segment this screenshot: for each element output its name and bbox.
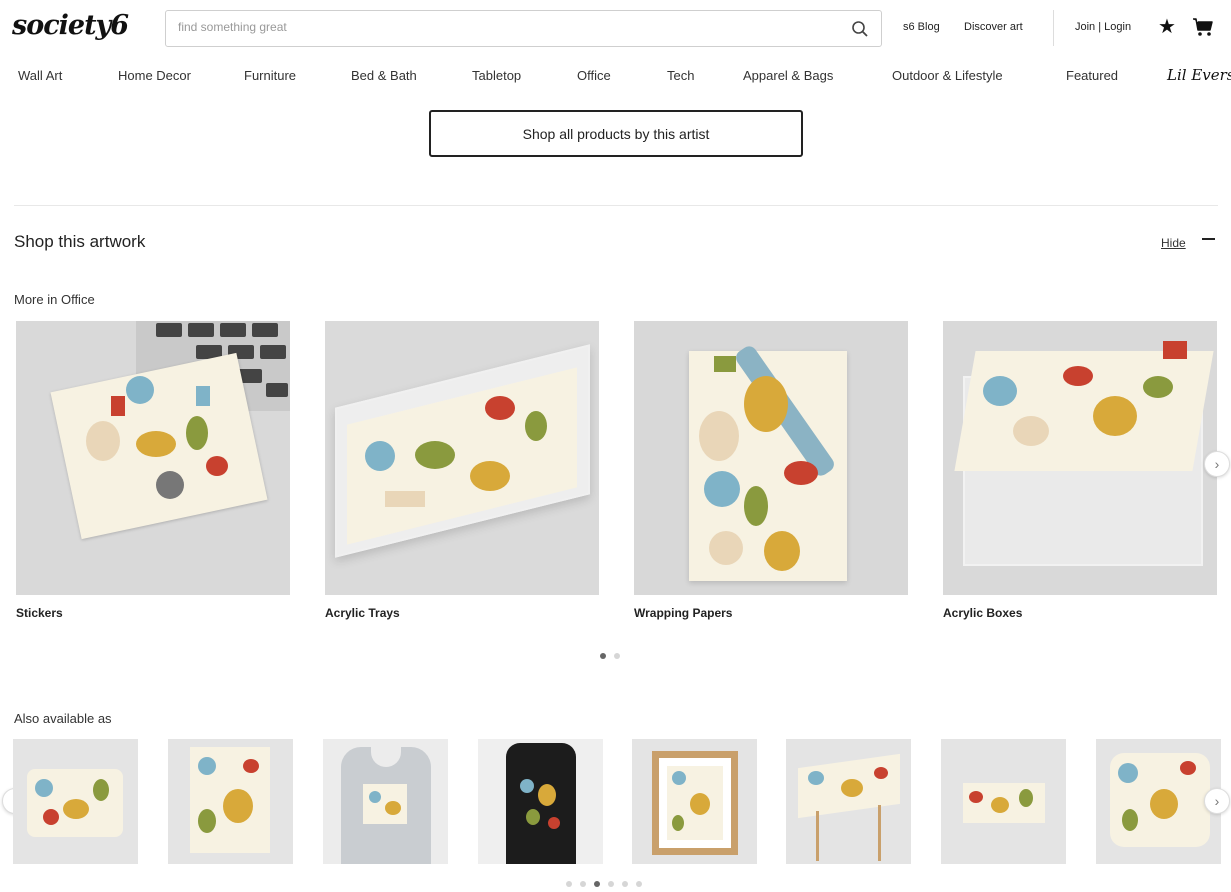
carousel-dot[interactable]	[614, 653, 620, 659]
nav-office[interactable]: Office	[577, 68, 611, 83]
product-image[interactable]	[943, 321, 1217, 595]
nav-wall-art[interactable]: Wall Art	[18, 68, 62, 83]
thumb-v-neck-tee[interactable]	[323, 739, 448, 864]
carousel-dot[interactable]	[594, 881, 600, 887]
thumb-art-print[interactable]	[168, 739, 293, 864]
thumb-side-table[interactable]	[786, 739, 911, 864]
header-divider	[1053, 10, 1054, 46]
product-card-acrylic-boxes[interactable]: Acrylic Boxes	[943, 321, 1217, 620]
carousel-dot[interactable]	[566, 881, 572, 887]
also-available-title: Also available as	[14, 711, 112, 726]
join-login-link[interactable]: Join | Login	[1075, 21, 1131, 33]
carousel-dot[interactable]	[636, 881, 642, 887]
product-label[interactable]: Stickers	[16, 606, 290, 620]
also-available-next-button[interactable]: ›	[1204, 788, 1230, 814]
thumb-throw-pillow[interactable]	[1096, 739, 1221, 864]
nav-furniture[interactable]: Furniture	[244, 68, 296, 83]
discover-art-link[interactable]: Discover art	[964, 21, 1023, 33]
product-card-wrapping-papers[interactable]: Wrapping Papers	[634, 321, 908, 620]
product-image[interactable]	[325, 321, 599, 595]
nav-apparel-bags[interactable]: Apparel & Bags	[743, 68, 833, 83]
search-icon[interactable]	[851, 20, 869, 38]
search-bar[interactable]	[165, 10, 882, 47]
chevron-right-icon: ›	[1214, 456, 1220, 472]
product-card-stickers[interactable]: Stickers	[16, 321, 290, 620]
product-card-acrylic-trays[interactable]: Acrylic Trays	[325, 321, 599, 620]
carousel-dot[interactable]	[580, 881, 586, 887]
nav-lil-evers[interactable]: Lil Evers	[1167, 66, 1231, 84]
nav-tabletop[interactable]: Tabletop	[472, 68, 521, 83]
product-label[interactable]: Wrapping Papers	[634, 606, 908, 620]
thumb-bath-mat[interactable]	[941, 739, 1066, 864]
site-header: society6 s6 Blog Discover art Join | Log…	[0, 0, 1231, 58]
product-label[interactable]: Acrylic Trays	[325, 606, 599, 620]
thumb-mouse-pad[interactable]	[13, 739, 138, 864]
cart-icon[interactable]	[1192, 17, 1214, 37]
more-in-office-title: More in Office	[14, 292, 95, 307]
shop-all-products-button[interactable]: Shop all products by this artist	[429, 110, 803, 157]
product-label[interactable]: Acrylic Boxes	[943, 606, 1217, 620]
office-carousel-dots	[600, 653, 620, 659]
minus-icon[interactable]	[1202, 238, 1215, 240]
nav-featured[interactable]: Featured	[1066, 68, 1118, 83]
nav-outdoor-lifestyle[interactable]: Outdoor & Lifestyle	[892, 68, 1003, 83]
shop-artwork-title: Shop this artwork	[14, 232, 146, 251]
site-logo[interactable]: society6	[12, 10, 129, 41]
carousel-dot[interactable]	[600, 653, 606, 659]
category-nav: Wall Art Home Decor Furniture Bed & Bath…	[0, 58, 1231, 94]
section-divider	[14, 205, 1218, 206]
carousel-dot[interactable]	[608, 881, 614, 887]
nav-home-decor[interactable]: Home Decor	[118, 68, 191, 83]
star-icon[interactable]: ★	[1158, 14, 1176, 39]
blog-link[interactable]: s6 Blog	[903, 21, 940, 33]
chevron-right-icon: ›	[1214, 793, 1220, 809]
carousel-dot[interactable]	[622, 881, 628, 887]
nav-bed-bath[interactable]: Bed & Bath	[351, 68, 417, 83]
product-image[interactable]	[16, 321, 290, 595]
thumb-framed-print[interactable]	[632, 739, 757, 864]
also-available-carousel-dots	[566, 881, 642, 887]
hide-link[interactable]: Hide	[1161, 236, 1186, 250]
thumb-tank-top[interactable]	[478, 739, 603, 864]
carousel-next-button[interactable]: ›	[1204, 451, 1230, 477]
product-image[interactable]	[634, 321, 908, 595]
search-input[interactable]	[178, 20, 818, 34]
nav-tech[interactable]: Tech	[667, 68, 694, 83]
